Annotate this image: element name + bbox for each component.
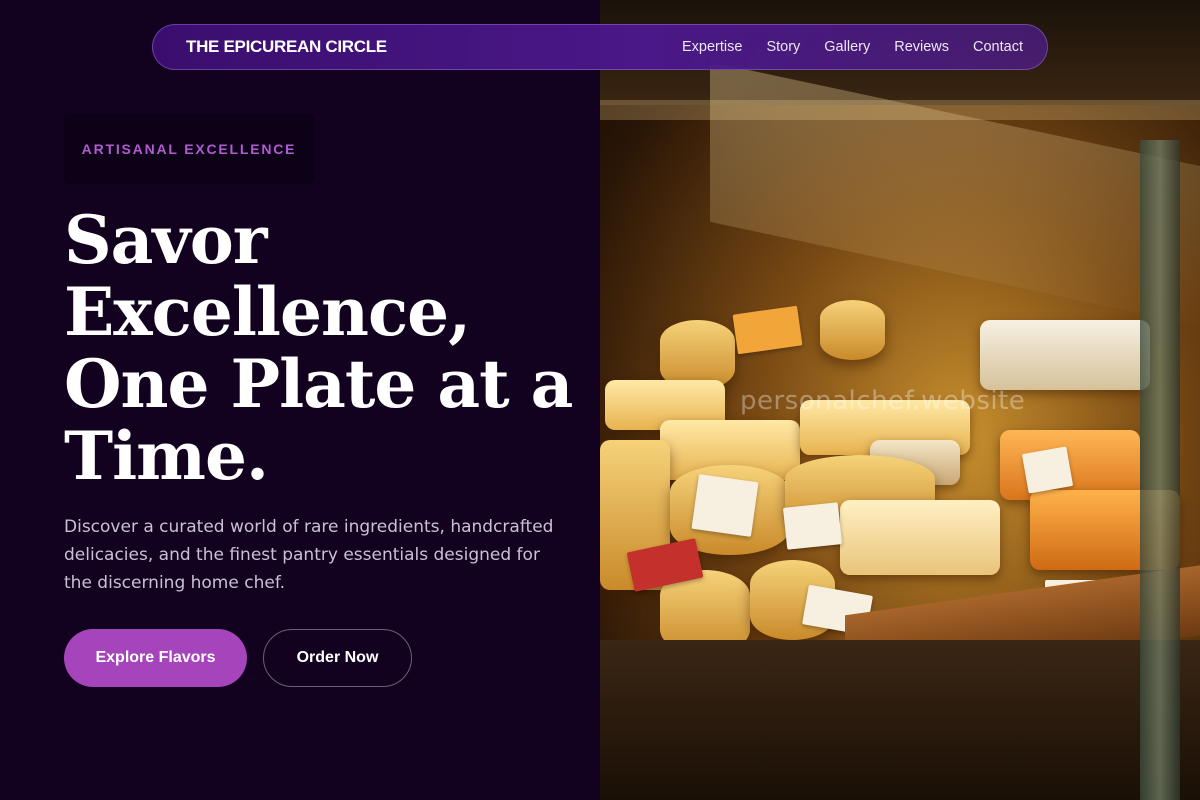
headline-line: Time. bbox=[64, 417, 269, 495]
order-now-button[interactable]: Order Now bbox=[263, 629, 412, 687]
headline-line: Savor bbox=[64, 201, 268, 279]
nav-link-gallery[interactable]: Gallery bbox=[824, 39, 870, 55]
hero-badge-label: ARTISANAL EXCELLENCE bbox=[81, 141, 297, 157]
hero-description: Discover a curated world of rare ingredi… bbox=[64, 517, 554, 593]
hero-headline: Savor Excellence, One Plate at a Time. bbox=[64, 204, 584, 492]
brand-logo-text[interactable]: THE EPICUREAN CIRCLE bbox=[186, 37, 387, 57]
nav-link-expertise[interactable]: Expertise bbox=[682, 39, 742, 55]
image-watermark: personalchef.website bbox=[740, 386, 1026, 416]
nav-links: Expertise Story Gallery Reviews Contact bbox=[682, 39, 1023, 55]
hero-badge: ARTISANAL EXCELLENCE bbox=[64, 114, 314, 184]
headline-line: One Plate at a bbox=[64, 345, 573, 423]
explore-flavors-button[interactable]: Explore Flavors bbox=[64, 629, 247, 687]
nav-link-reviews[interactable]: Reviews bbox=[894, 39, 949, 55]
nav-link-contact[interactable]: Contact bbox=[973, 39, 1023, 55]
nav-link-story[interactable]: Story bbox=[766, 39, 800, 55]
top-nav-bar: THE EPICUREAN CIRCLE Expertise Story Gal… bbox=[152, 24, 1048, 70]
headline-line: Excellence, bbox=[64, 273, 471, 351]
